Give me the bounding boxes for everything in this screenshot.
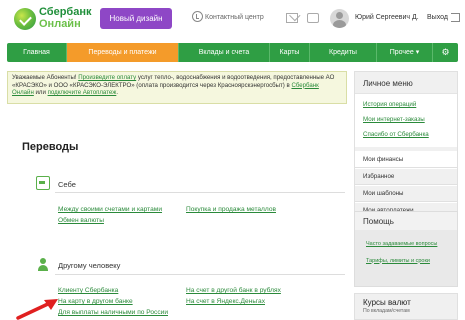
currency-rates-subtitle: По вкладам/счетам — [363, 308, 410, 314]
link-buy-sell-metals[interactable]: Покупка и продажа металлов — [186, 206, 276, 213]
contact-center-link[interactable]: Контактный центр — [192, 11, 264, 22]
menu-operations-history[interactable]: История операций — [355, 97, 457, 112]
notice-text-1: Уважаемые Абоненты! — [12, 74, 79, 81]
link-account-other-bank-rub[interactable]: На счет в другой банк в рублях — [186, 287, 281, 294]
main-nav: Главная Переводы и платежи Вклады и счет… — [7, 43, 458, 62]
personal-menu: Личное меню История операций Мои интерне… — [354, 71, 458, 220]
currency-rates-title: Курсы валют — [363, 298, 411, 307]
nav-credits[interactable]: Кредиты — [310, 43, 377, 62]
avatar[interactable] — [330, 9, 349, 28]
person-icon — [36, 258, 50, 272]
sberbank-logo[interactable]: Сбербанк Онлайн — [14, 6, 104, 34]
notice-banner: Уважаемые Абоненты! Произведите оплату у… — [7, 71, 347, 104]
nav-main[interactable]: Главная — [7, 43, 67, 62]
logo-line1: Сбербанк — [39, 6, 92, 18]
chat-icon[interactable] — [307, 13, 319, 23]
section-self-divider — [55, 192, 345, 193]
exit-link[interactable]: Выход — [427, 14, 448, 21]
personal-menu-title: Личное меню — [355, 72, 457, 94]
notice-autopay-link[interactable]: подключите Автоплатеж — [48, 89, 117, 96]
logo-line2: Онлайн — [39, 18, 81, 30]
new-design-button[interactable]: Новый дизайн — [100, 8, 172, 29]
link-currency-exchange[interactable]: Обмен валюты — [58, 217, 104, 224]
help-panel: Помощь Часто задаваемые вопросы Тарифы, … — [354, 211, 458, 287]
link-sberbank-client[interactable]: Клиенту Сбербанка — [58, 287, 118, 294]
notice-text-4: . — [116, 89, 119, 97]
section-other-divider — [55, 274, 345, 275]
nav-deposits-accounts[interactable]: Вклады и счета — [179, 43, 270, 62]
sberbank-logo-icon — [14, 8, 36, 30]
link-between-own-accounts[interactable]: Между своими счетами и картами — [58, 206, 162, 213]
link-cash-payout-russia[interactable]: Для выплаты наличными по России — [58, 309, 168, 316]
clock-icon — [192, 11, 203, 22]
notice-pay-link[interactable]: Произведите оплату — [78, 74, 136, 81]
header: Сбербанк Онлайн Новый дизайн Контактный … — [0, 0, 465, 38]
section-other-person-title: Другому человеку — [58, 261, 121, 270]
page-title: Переводы — [22, 141, 79, 153]
contact-center-label: Контактный центр — [205, 14, 264, 21]
user-name[interactable]: Юрий Сергеевич Д. — [355, 14, 419, 21]
nav-other[interactable]: Прочее ▾ — [377, 43, 433, 62]
wallet-icon — [36, 176, 50, 190]
menu-favorites[interactable]: Избранное — [355, 168, 457, 185]
red-arrow-annotation — [16, 299, 58, 320]
menu-my-templates[interactable]: Мои шаблоны — [355, 185, 457, 202]
nav-transfers-payments[interactable]: Переводы и платежи — [67, 43, 179, 62]
exit-icon[interactable] — [451, 13, 460, 22]
link-card-other-bank[interactable]: На карту в другом банке — [58, 298, 133, 305]
gear-icon[interactable]: ⚙ — [433, 43, 458, 62]
menu-my-finances[interactable]: Мои финансы — [355, 151, 457, 168]
mail-icon[interactable] — [286, 13, 298, 23]
menu-spasibo[interactable]: Спасибо от Сбербанка — [355, 127, 457, 142]
menu-internet-orders[interactable]: Мои интернет-заказы — [355, 112, 457, 127]
section-self-title: Себе — [58, 180, 76, 189]
help-faq-link[interactable]: Часто задаваемые вопросы — [355, 238, 457, 251]
currency-rates-panel: Курсы валют По вкладам/счетам — [354, 293, 458, 320]
nav-cards[interactable]: Карты — [270, 43, 310, 62]
help-title: Помощь — [355, 212, 457, 230]
help-tariffs-link[interactable]: Тарифы, лимиты и сроки — [355, 255, 457, 268]
notice-text-3: или — [33, 89, 48, 97]
link-yandex-money[interactable]: На счет в Яндекс.Деньгах — [186, 298, 265, 305]
